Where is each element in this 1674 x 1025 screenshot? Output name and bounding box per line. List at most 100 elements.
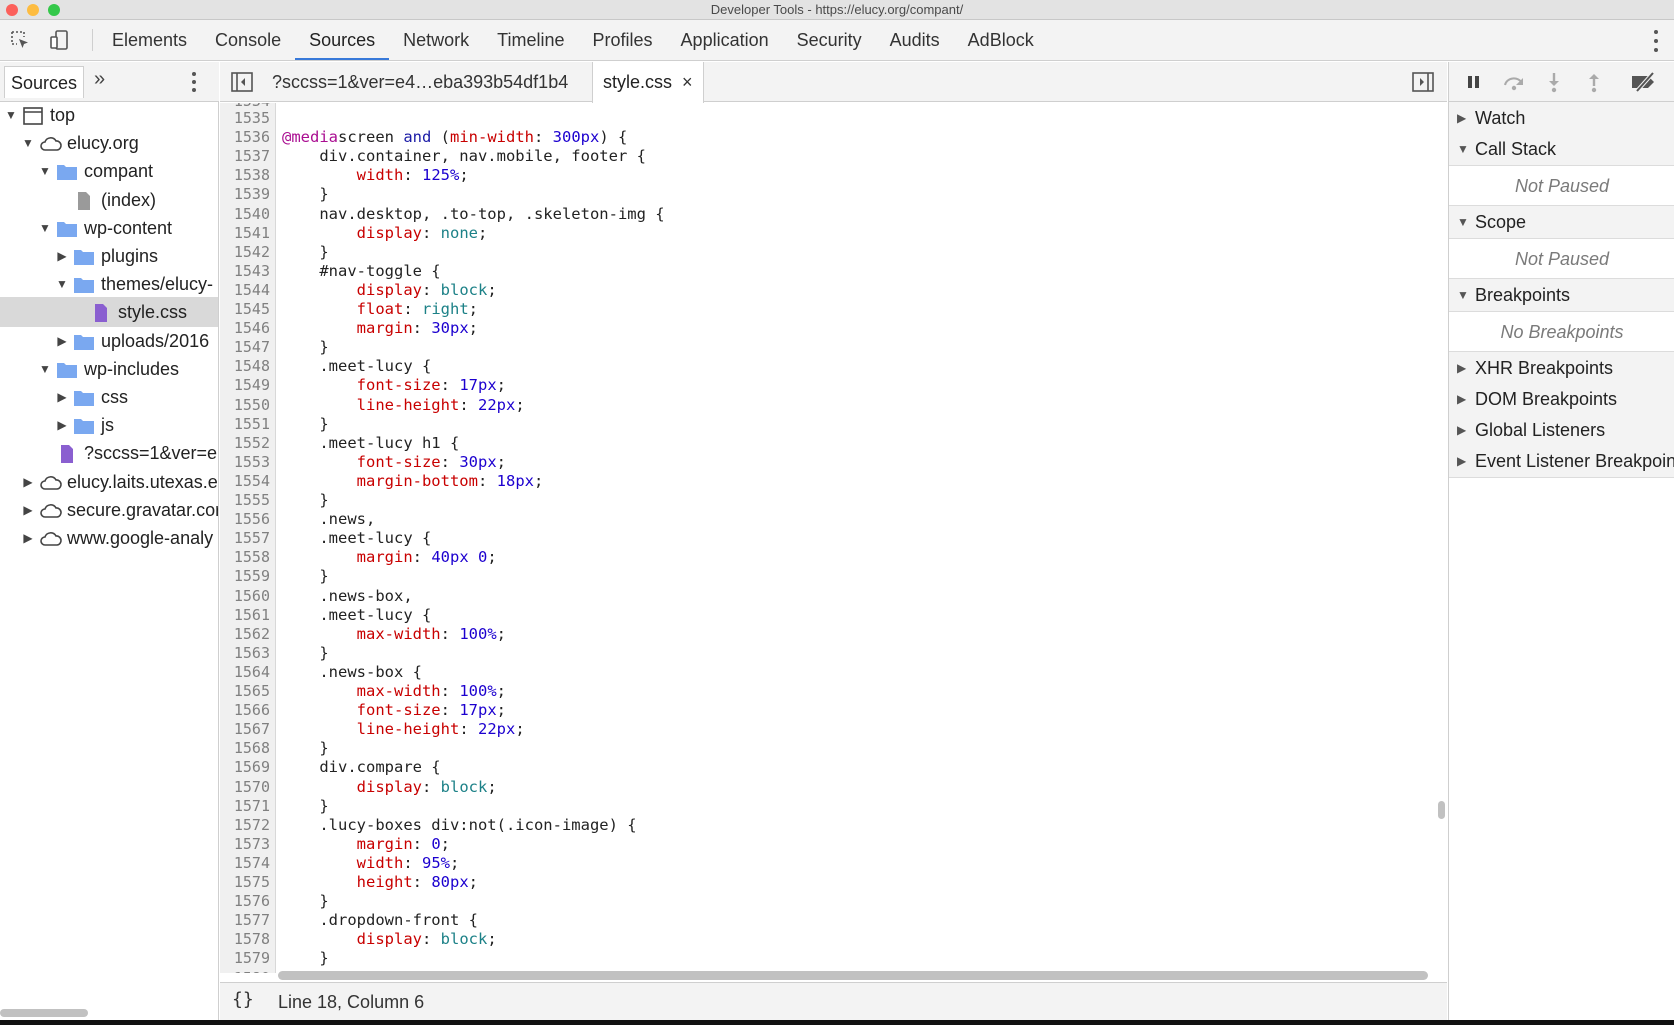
collapsed-triangle-icon[interactable]: ▶	[55, 326, 69, 356]
line-number[interactable]: 1557	[220, 529, 270, 548]
line-number[interactable]: 1560	[220, 587, 270, 606]
line-number[interactable]: 1573	[220, 835, 270, 854]
tree-item-compant[interactable]: ▼ compant	[0, 156, 218, 186]
tab-adblock[interactable]: AdBlock	[954, 20, 1048, 60]
tree-item-css[interactable]: ▶ css	[0, 382, 218, 412]
line-number[interactable]: 1580	[220, 969, 270, 974]
line-number[interactable]: 1559	[220, 567, 270, 586]
line-number[interactable]: 1546	[220, 319, 270, 338]
tab-timeline[interactable]: Timeline	[483, 20, 578, 60]
section-event-listener-breakpoints[interactable]: ▶ Event Listener Breakpoints	[1449, 445, 1674, 478]
pretty-print-button[interactable]: {}	[232, 989, 254, 1010]
expanded-triangle-icon[interactable]: ▼	[4, 104, 18, 130]
tab-console[interactable]: Console	[201, 20, 295, 60]
tab-profiles[interactable]: Profiles	[579, 20, 667, 60]
navigator-menu-icon[interactable]	[191, 72, 197, 92]
tree-item-js[interactable]: ▶ js	[0, 410, 218, 440]
line-number[interactable]: 1549	[220, 376, 270, 395]
tab-elements[interactable]: Elements	[98, 20, 201, 60]
editor-vertical-scrollbar[interactable]	[1438, 801, 1445, 819]
line-number[interactable]: 1555	[220, 491, 270, 510]
editor-horizontal-scrollbar[interactable]	[278, 971, 1428, 980]
line-number[interactable]: 1539	[220, 185, 270, 204]
step-over-icon[interactable]	[1501, 71, 1527, 93]
tree-item-elucy-laits-utexas-e[interactable]: ▶ elucy.laits.utexas.e	[0, 467, 218, 497]
collapsed-triangle-icon[interactable]: ▶	[21, 523, 35, 553]
tree-item-elucy-org[interactable]: ▼ elucy.org	[0, 128, 218, 158]
inspect-element-icon[interactable]	[8, 28, 32, 52]
tree-item-secure-gravatar-cor[interactable]: ▶ secure.gravatar.cor	[0, 495, 218, 525]
more-options-icon[interactable]	[1652, 30, 1660, 52]
line-number[interactable]: 1565	[220, 682, 270, 701]
line-number[interactable]: 1537	[220, 147, 270, 166]
collapsed-triangle-icon[interactable]: ▶	[55, 410, 69, 440]
line-number[interactable]: 1550	[220, 396, 270, 415]
line-number[interactable]: 1561	[220, 606, 270, 625]
section-scope[interactable]: ▼ Scope	[1449, 206, 1674, 239]
tree-item-index[interactable]: (index)	[0, 185, 218, 215]
line-number[interactable]: 1536	[220, 128, 270, 147]
tree-item-uploads-2016[interactable]: ▶ uploads/2016	[0, 326, 218, 356]
line-number[interactable]: 1548	[220, 357, 270, 376]
tree-item-plugins[interactable]: ▶ plugins	[0, 241, 218, 271]
line-number[interactable]: 1542	[220, 243, 270, 262]
line-number[interactable]: 1535	[220, 109, 270, 128]
section-xhr-breakpoints[interactable]: ▶ XHR Breakpoints	[1449, 352, 1674, 385]
line-number[interactable]: 1551	[220, 415, 270, 434]
editor-tab-style-css[interactable]: style.css ×	[592, 62, 704, 103]
collapsed-triangle-icon[interactable]: ▶	[55, 382, 69, 412]
line-number[interactable]: 1541	[220, 224, 270, 243]
line-number[interactable]: 1545	[220, 300, 270, 319]
line-number[interactable]: 1574	[220, 854, 270, 873]
toggle-navigator-icon[interactable]	[230, 71, 254, 93]
collapsed-triangle-icon[interactable]: ▶	[21, 495, 35, 525]
tree-item-top[interactable]: ▼ top	[0, 104, 218, 130]
device-mode-icon[interactable]	[48, 28, 72, 52]
navigator-horizontal-scrollbar[interactable]	[0, 1009, 88, 1017]
tree-item-wp-includes[interactable]: ▼ wp-includes	[0, 354, 218, 384]
line-number[interactable]: 1547	[220, 338, 270, 357]
line-number[interactable]: 1556	[220, 510, 270, 529]
section-breakpoints[interactable]: ▼ Breakpoints	[1449, 279, 1674, 312]
line-number[interactable]: 1570	[220, 778, 270, 797]
tree-item-themes-elucy[interactable]: ▼ themes/elucy-	[0, 269, 218, 299]
tree-item-wp-content[interactable]: ▼ wp-content	[0, 213, 218, 243]
line-number[interactable]: 1563	[220, 644, 270, 663]
expanded-triangle-icon[interactable]: ▼	[38, 156, 52, 186]
more-tabs-chevron-icon[interactable]: »	[94, 68, 105, 91]
tab-security[interactable]: Security	[783, 20, 876, 60]
section-global-listeners[interactable]: ▶ Global Listeners	[1449, 414, 1674, 447]
step-out-icon[interactable]	[1581, 71, 1607, 93]
line-number[interactable]: 1558	[220, 548, 270, 567]
tab-sources[interactable]: Sources	[295, 20, 390, 60]
collapsed-triangle-icon[interactable]: ▶	[55, 241, 69, 271]
line-number[interactable]: 1538	[220, 166, 270, 185]
line-number[interactable]: 1552	[220, 434, 270, 453]
section-call-stack[interactable]: ▼ Call Stack	[1449, 133, 1674, 166]
tree-item-sccss-1-ver-e[interactable]: ?sccss=1&ver=e	[0, 438, 218, 468]
section-watch[interactable]: ▶ Watch	[1449, 102, 1674, 135]
expanded-triangle-icon[interactable]: ▼	[21, 128, 35, 158]
code-area[interactable]: 1534 15351536@mediascreen and (min-width…	[220, 103, 1447, 973]
line-number[interactable]: 1544	[220, 281, 270, 300]
collapsed-triangle-icon[interactable]: ▶	[21, 467, 35, 497]
line-number[interactable]: 1579	[220, 949, 270, 968]
line-number[interactable]: 1571	[220, 797, 270, 816]
line-number[interactable]: 1577	[220, 911, 270, 930]
toggle-debugger-icon[interactable]	[1411, 71, 1435, 93]
line-number[interactable]: 1572	[220, 816, 270, 835]
line-number[interactable]: 1568	[220, 739, 270, 758]
line-number[interactable]: 1554	[220, 472, 270, 491]
line-number[interactable]: 1553	[220, 453, 270, 472]
navigator-tab-sources[interactable]: Sources	[4, 66, 85, 98]
line-number[interactable]: 1578	[220, 930, 270, 949]
line-number[interactable]: 1540	[220, 205, 270, 224]
tab-audits[interactable]: Audits	[876, 20, 954, 60]
tab-network[interactable]: Network	[389, 20, 483, 60]
tree-item-style-css[interactable]: style.css	[0, 297, 218, 328]
line-number[interactable]: 1575	[220, 873, 270, 892]
line-number[interactable]: 1567	[220, 720, 270, 739]
editor-tab-sccss[interactable]: ?sccss=1&ver=e4…eba393b54df1b4	[262, 62, 578, 102]
step-into-icon[interactable]	[1541, 71, 1567, 93]
expanded-triangle-icon[interactable]: ▼	[38, 213, 52, 243]
